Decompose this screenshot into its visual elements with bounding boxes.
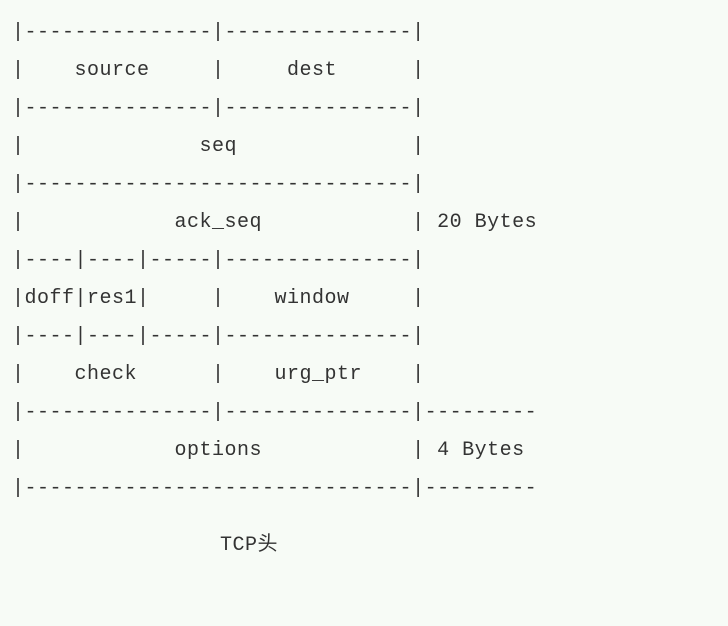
tcp-header-ascii-diagram: |---------------|---------------| | sour… [0,0,728,508]
diagram-caption: TCP头 [220,536,728,556]
